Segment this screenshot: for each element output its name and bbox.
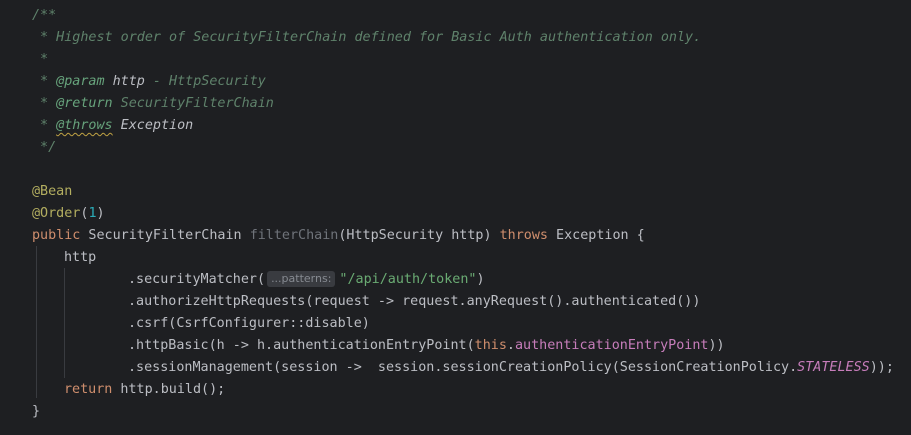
code-line-13: .securityMatcher(...patterns: "/api/auth/… (128, 269, 485, 291)
keyword-this: this (474, 338, 507, 353)
method-call: .securityMatcher( (128, 272, 266, 287)
method-call: .httpBasic(h -> h.authenticationEntryPoi… (128, 338, 475, 353)
doc-prefix: * (32, 74, 57, 89)
code-line-15: .csrf(CsrfConfigurer::disable) (128, 316, 370, 331)
field-reference: authenticationEntryPoint (514, 338, 709, 353)
dot: . (506, 338, 515, 353)
method-params: (HttpSecurity http) (338, 228, 500, 243)
annotation-order: @Order (32, 206, 81, 221)
code-line-5: * @return SecurityFilterChain (32, 93, 274, 115)
doc-tag-throws: @throws (56, 118, 113, 133)
code-line-14: .authorizeHttpRequests(request -> reques… (128, 294, 701, 309)
doc-param-desc: - HttpSecurity (144, 74, 266, 89)
code-line-6: * @throws Exception (32, 115, 193, 137)
order-value: 1 (88, 206, 97, 221)
indent-guide (64, 268, 65, 378)
exception-type: Exception { (548, 228, 645, 243)
static-constant: STATELESS (797, 360, 870, 375)
paren: ) (96, 206, 105, 221)
doc-prefix: * (32, 118, 57, 133)
doc-throws-desc: Exception (112, 118, 194, 133)
paren: )) (708, 338, 725, 353)
doc-return-desc: SecurityFilterChain (112, 96, 274, 111)
indent-guide (36, 246, 37, 398)
code-line-11: public SecurityFilterChain filterChain(H… (32, 225, 645, 247)
string-literal: "/api/auth/token" (339, 272, 477, 287)
code-line-4: * @param http - HttpSecurity (32, 71, 266, 93)
code-line-2: * Highest order of SecurityFilterChain d… (32, 30, 702, 45)
method-name: filterChain (249, 228, 339, 243)
keyword-public: public (32, 228, 81, 243)
code-line-19: } (32, 404, 41, 419)
keyword-throws: throws (499, 228, 548, 243)
return-expression: http.build(); (112, 382, 226, 397)
code-line-7: */ (32, 140, 57, 155)
code-line-1: /** (32, 8, 57, 23)
code-line-16: .httpBasic(h -> h.authenticationEntryPoi… (128, 335, 725, 357)
doc-prefix: * (32, 96, 57, 111)
doc-param-name: http (104, 74, 145, 89)
code-line-18: return http.build(); (64, 379, 225, 401)
code-editor[interactable]: /** * Highest order of SecurityFilterCha… (0, 0, 911, 435)
code-line-17: .sessionManagement(session -> session.se… (128, 357, 894, 379)
parameter-hint: ...patterns: (267, 271, 336, 287)
paren: )); (869, 360, 894, 375)
code-line-12: http (64, 250, 97, 265)
code-line-9: @Bean (32, 184, 73, 199)
return-type: SecurityFilterChain (80, 228, 250, 243)
paren: ) (476, 272, 485, 287)
code-line-10: @Order(1) (32, 203, 105, 225)
code-line-3: * (32, 52, 49, 67)
keyword-return: return (64, 382, 113, 397)
doc-tag-return: @return (56, 96, 113, 111)
method-call: .sessionManagement(session -> session.se… (128, 360, 798, 375)
doc-tag-param: @param (56, 74, 105, 89)
